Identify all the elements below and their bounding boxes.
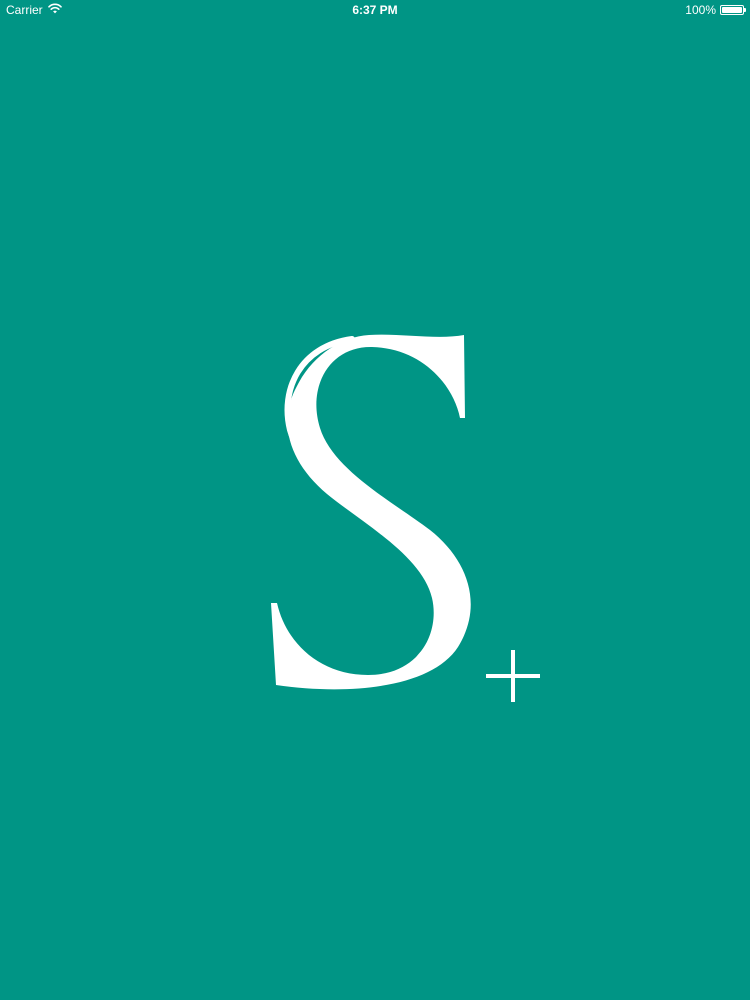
splash-screen: Carrier 6:37 PM 100% (0, 0, 750, 1000)
s-plus-logo-icon (271, 334, 540, 702)
